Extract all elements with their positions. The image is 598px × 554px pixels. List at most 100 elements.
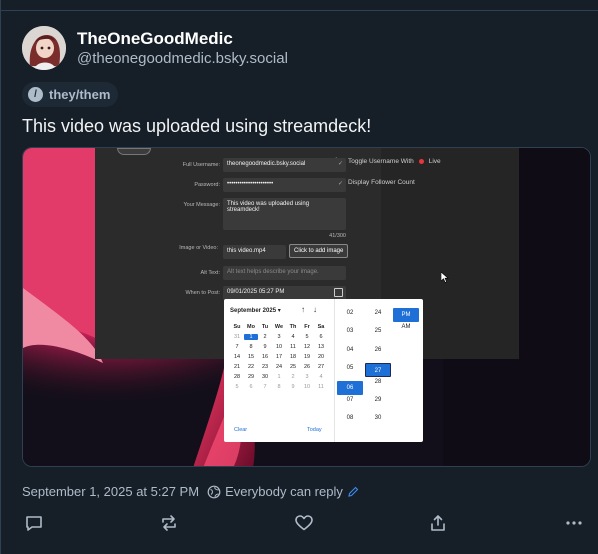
- repost-button[interactable]: [159, 513, 179, 533]
- calendar-day[interactable]: 6: [244, 384, 258, 390]
- calendar-day[interactable]: 24: [272, 364, 286, 370]
- calendar-day[interactable]: 15: [244, 354, 258, 360]
- calendar-day[interactable]: 17: [272, 354, 286, 360]
- password-field[interactable]: ••••••••••••••••••••••: [223, 178, 346, 192]
- calendar-day[interactable]: 25: [286, 364, 300, 370]
- hours-option[interactable]: 08: [337, 413, 363, 431]
- mins-option[interactable]: 29: [365, 395, 391, 413]
- like-button[interactable]: [294, 513, 314, 533]
- calendar-day[interactable]: 28: [230, 374, 244, 380]
- when-to-post-field[interactable]: 09/01/2025 05:27 PM: [223, 286, 346, 300]
- calendar-day[interactable]: 12: [300, 344, 314, 350]
- calendar-day[interactable]: 9: [286, 384, 300, 390]
- calendar-day[interactable]: 7: [258, 384, 272, 390]
- calendar-day[interactable]: 23: [258, 364, 272, 370]
- hour-column[interactable]: 02 03 04 05 06 07 08: [337, 308, 363, 432]
- message-label: Your Message:: [183, 202, 221, 208]
- reply-button[interactable]: [24, 513, 44, 533]
- calendar-day[interactable]: 3: [272, 334, 286, 340]
- char-count: 41/300: [329, 233, 346, 239]
- calendar-day[interactable]: 8: [272, 384, 286, 390]
- add-image-button[interactable]: Click to add image: [289, 244, 349, 258]
- calendar-day[interactable]: 30: [258, 374, 272, 380]
- share-button[interactable]: [428, 513, 448, 533]
- mins-option[interactable]: 24: [365, 308, 391, 326]
- calendar-day[interactable]: 9: [258, 344, 272, 350]
- calendar-day[interactable]: 31: [230, 334, 244, 340]
- calendar-day[interactable]: 8: [244, 344, 258, 350]
- calendar-day[interactable]: 7: [230, 344, 244, 350]
- calendar-day[interactable]: 1: [272, 374, 286, 380]
- calendar-day[interactable]: 11: [286, 344, 300, 350]
- calendar-day[interactable]: 20: [314, 354, 328, 360]
- toggle-username-row[interactable]: + Toggle Username With Live: [333, 155, 441, 167]
- mins-option[interactable]: 30: [365, 413, 391, 431]
- image-video-field[interactable]: this video.mp4: [223, 245, 286, 259]
- calendar-day[interactable]: 13: [314, 344, 328, 350]
- calendar-month[interactable]: September 2025 ▾: [230, 307, 281, 314]
- hours-option[interactable]: 03: [337, 326, 363, 344]
- reply-setting[interactable]: Everybody can reply: [207, 484, 359, 499]
- picker-divider: [334, 299, 335, 442]
- more-options-button[interactable]: [564, 513, 584, 533]
- hours-option[interactable]: 02: [337, 308, 363, 326]
- alt-text-field[interactable]: Alt text helps describe your image.: [223, 266, 346, 280]
- calendar-day[interactable]: 29: [244, 374, 258, 380]
- mins-option[interactable]: 28: [365, 377, 391, 395]
- calendar-day[interactable]: 4: [286, 334, 300, 340]
- display-name[interactable]: TheOneGoodMedic: [77, 29, 233, 49]
- clear-button[interactable]: Clear: [234, 427, 247, 433]
- hours-option[interactable]: 06: [337, 381, 363, 396]
- calendar-day[interactable]: 10: [300, 384, 314, 390]
- image-video-label: Image or Video:: [179, 245, 218, 251]
- calendar-day[interactable]: 18: [286, 354, 300, 360]
- calendar-day[interactable]: 21: [230, 364, 244, 370]
- calendar-day[interactable]: 22: [244, 364, 258, 370]
- hours-option[interactable]: 04: [337, 345, 363, 363]
- mins-option[interactable]: 25: [365, 326, 391, 344]
- pencil-icon[interactable]: [347, 486, 359, 498]
- weekday-header: Mo: [247, 324, 255, 330]
- mouse-cursor-icon: [441, 272, 449, 283]
- calendar-icon[interactable]: [334, 288, 343, 297]
- calendar-nav-arrows[interactable]: ↑↓: [301, 305, 325, 314]
- ampm-column[interactable]: PM AM: [393, 308, 419, 340]
- mins-option[interactable]: 27: [365, 362, 391, 377]
- calendar-day[interactable]: 16: [258, 354, 272, 360]
- weekday-header: Sa: [317, 324, 325, 330]
- minute-column[interactable]: 24 25 26 27 28 29 30: [365, 308, 391, 432]
- calendar-day[interactable]: 10: [272, 344, 286, 350]
- message-field[interactable]: This video was uploaded using streamdeck…: [223, 198, 346, 230]
- video-embed[interactable]: + Toggle Username With Live + Display Fo…: [22, 147, 591, 467]
- calendar-day[interactable]: 6: [314, 334, 328, 340]
- calendar-day[interactable]: 3: [300, 374, 314, 380]
- calendar-day[interactable]: 1: [244, 334, 258, 340]
- date-picker: September 2025 ▾ ↑↓ Su Mo Tu We Th Fr Sa 31 1 2 3 4…: [224, 299, 423, 442]
- ampm-option[interactable]: AM: [393, 322, 419, 340]
- today-button[interactable]: Today: [307, 427, 322, 433]
- calendar-day[interactable]: 4: [314, 374, 328, 380]
- calendar-day[interactable]: 26: [300, 364, 314, 370]
- post-text: This video was uploaded using streamdeck…: [22, 116, 372, 136]
- post-timestamp[interactable]: September 1, 2025 at 5:27 PM: [22, 484, 199, 499]
- user-handle[interactable]: @theonegoodmedic.bsky.social: [77, 50, 288, 67]
- calendar-day[interactable]: 27: [314, 364, 328, 370]
- top-pill: [117, 148, 151, 155]
- hours-option[interactable]: 07: [337, 395, 363, 413]
- avatar[interactable]: [22, 26, 66, 70]
- calendar-day[interactable]: 11: [314, 384, 328, 390]
- ampm-option[interactable]: PM: [393, 308, 419, 322]
- username-field[interactable]: theonegoodmedic.bsky.social: [223, 158, 346, 172]
- hours-option[interactable]: 05: [337, 363, 363, 381]
- live-label: Live: [428, 157, 441, 165]
- weekday-header: Tu: [261, 324, 269, 330]
- share-icon: [431, 515, 445, 531]
- calendar-day[interactable]: 2: [258, 334, 272, 340]
- heart-icon: [295, 515, 313, 531]
- calendar-day[interactable]: 5: [300, 334, 314, 340]
- calendar-day[interactable]: 19: [300, 354, 314, 360]
- calendar-day[interactable]: 14: [230, 354, 244, 360]
- calendar-day[interactable]: 5: [230, 384, 244, 390]
- calendar-day[interactable]: 2: [286, 374, 300, 380]
- mins-option[interactable]: 26: [365, 345, 391, 363]
